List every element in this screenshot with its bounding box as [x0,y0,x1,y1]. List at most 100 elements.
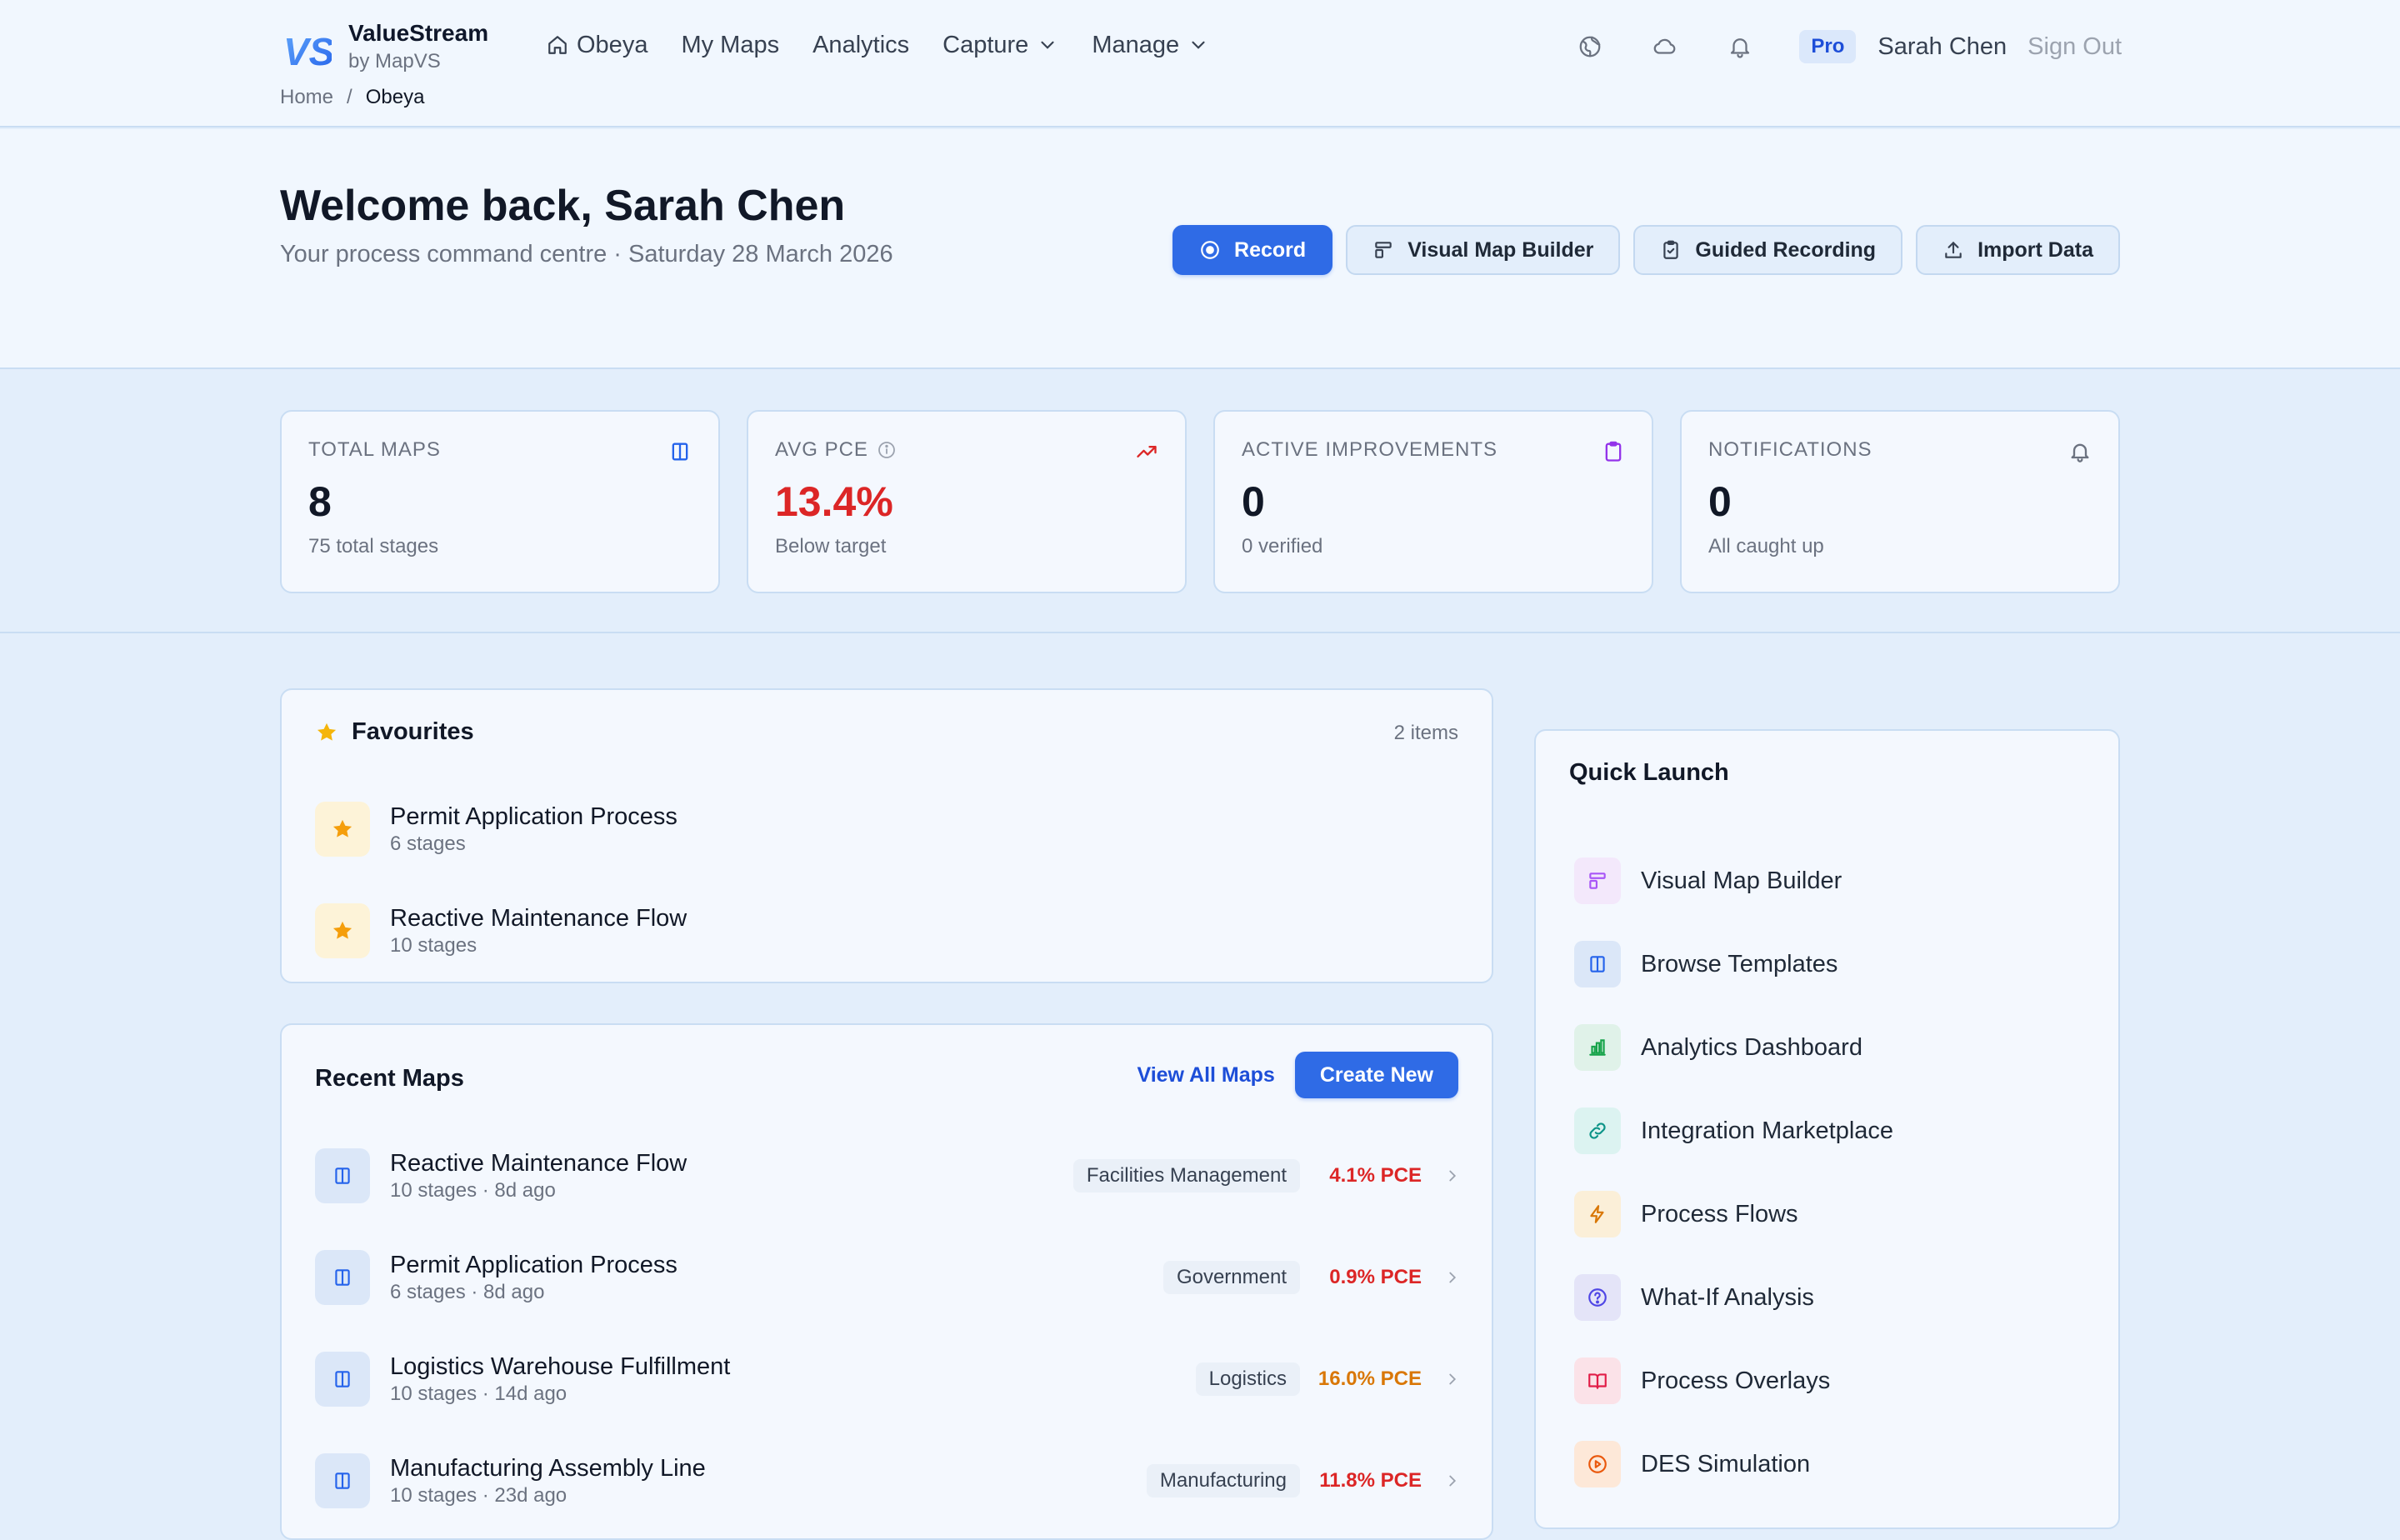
favourites-title: Favourites [352,718,474,745]
columns-icon [1574,941,1621,988]
nav-my-maps[interactable]: My Maps [681,25,779,65]
stat-value: 8 [308,478,332,525]
visual-map-builder-button[interactable]: Visual Map Builder [1346,225,1621,275]
view-all-maps-link[interactable]: View All Maps [1137,1063,1274,1088]
hero-actions: Record Visual Map Builder Guided Recordi… [1172,225,2120,275]
globe-icon[interactable] [1576,32,1604,61]
map-meta: 6 stages · 8d ago [390,1281,545,1303]
link-icon [1574,1108,1621,1154]
chevron-down-icon [1037,34,1058,56]
recent-map-row[interactable]: Manufacturing Assembly Line 10 stages · … [315,1443,1462,1518]
nav-capture-label: Capture [942,31,1029,58]
sign-out-link[interactable]: Sign Out [2028,33,2122,61]
brand[interactable]: VS ValueStream by MapVS [280,18,488,75]
favourites-header: Favourites [315,718,474,746]
recent-maps-title: Recent Maps [315,1065,464,1092]
quick-launch-label: What-If Analysis [1641,1283,1814,1311]
import-data-button[interactable]: Import Data [1916,225,2120,275]
stat-subtext: 0 verified [1242,535,1323,558]
quick-launch-process-overlays[interactable]: Process Overlays [1574,1358,1830,1404]
record-button-label: Record [1234,238,1307,262]
stat-subtext: Below target [775,535,887,558]
layout-icon [1574,858,1621,904]
stat-card-total-maps[interactable]: TOTAL MAPS 8 75 total stages [280,410,720,593]
stat-subtext: 75 total stages [308,535,439,558]
quick-launch-label: Process Overlays [1641,1367,1831,1394]
quick-launch-des-simulation[interactable]: DES Simulation [1574,1441,1810,1488]
quick-launch-process-flows[interactable]: Process Flows [1574,1191,1798,1238]
recent-maps-actions: View All Maps Create New [1137,1052,1458,1098]
nav-obeya-label: Obeya [577,31,648,58]
zap-icon [1574,1191,1621,1238]
map-meta: 10 stages · 8d ago [390,1179,556,1202]
breadcrumb-home[interactable]: Home [280,86,333,109]
top-navigation-bar: VS ValueStream by MapVS Obeya My Maps An… [0,0,2400,128]
map-title: Manufacturing Assembly Line [390,1455,706,1482]
favourite-title: Reactive Maintenance Flow [390,905,688,932]
quick-launch-label: Browse Templates [1641,950,1838,978]
quick-launch-visual-map-builder[interactable]: Visual Map Builder [1574,858,1842,904]
map-title: Logistics Warehouse Fulfillment [390,1353,731,1380]
book-open-icon [1574,1358,1621,1404]
map-icon [315,1148,370,1203]
page-title: Welcome back, Sarah Chen [280,182,846,230]
stat-label-row: AVG PCE [775,438,1158,462]
stat-subtext: All caught up [1708,535,1824,558]
nav-obeya[interactable]: Obeya [547,25,648,65]
nav-manage-label: Manage [1092,31,1180,58]
cloud-icon[interactable] [1651,32,1679,61]
chevron-right-icon [1443,1472,1462,1490]
record-button[interactable]: Record [1172,225,1333,275]
quick-launch-label: Process Flows [1641,1200,1798,1228]
main-nav: Obeya My Maps Analytics Capture Manage [547,25,1209,65]
quick-launch-label: Integration Marketplace [1641,1117,1894,1144]
favourite-subtitle: 10 stages [390,934,478,957]
import-data-label: Import Data [1978,238,2093,262]
record-icon [1199,239,1221,261]
stat-card-notifications[interactable]: NOTIFICATIONS 0 All caught up [1680,410,2120,593]
star-icon [315,903,370,958]
favourite-item[interactable]: Reactive Maintenance Flow 10 stages [315,903,687,958]
map-icon [315,1352,370,1407]
stat-card-avg-pce[interactable]: AVG PCE 13.4% Below target [747,410,1187,593]
recent-map-row[interactable]: Logistics Warehouse Fulfillment 10 stage… [315,1342,1462,1417]
nav-analytics[interactable]: Analytics [812,25,909,65]
guided-recording-button[interactable]: Guided Recording [1633,225,1903,275]
nav-capture-dropdown[interactable]: Capture [942,25,1058,65]
industry-tag: Government [1162,1261,1300,1294]
quick-launch-analytics-dashboard[interactable]: Analytics Dashboard [1574,1024,1862,1071]
recent-maps-panel: Recent Maps View All Maps Create New Rea… [280,1023,1493,1540]
recent-map-row[interactable]: Permit Application Process 6 stages · 8d… [315,1240,1462,1315]
info-icon[interactable] [877,440,897,460]
chevron-down-icon [1188,34,1209,56]
map-icon [315,1250,370,1305]
quick-launch-browse-templates[interactable]: Browse Templates [1574,941,1838,988]
quick-launch-what-if-analysis[interactable]: What-If Analysis [1574,1274,1814,1321]
breadcrumb: Home / Obeya [280,86,424,109]
quick-launch-label: Visual Map Builder [1641,867,1842,894]
pce-value: 16.0% PCE [1318,1368,1422,1390]
quick-launch-panel: Quick Launch Visual Map Builder Browse T… [1534,729,2120,1529]
recent-map-row[interactable]: Reactive Maintenance Flow 10 stages · 8d… [315,1138,1462,1213]
user-name[interactable]: Sarah Chen [1878,33,2007,61]
home-icon [547,34,568,56]
stat-card-active-improvements[interactable]: ACTIVE IMPROVEMENTS 0 0 verified [1213,410,1653,593]
nav-analytics-label: Analytics [812,31,910,58]
brand-name: ValueStream [348,20,489,46]
map-title: Reactive Maintenance Flow [390,1150,688,1177]
star-icon [315,721,338,744]
pce-value: 4.1% PCE [1329,1164,1422,1187]
create-new-button[interactable]: Create New [1294,1052,1458,1098]
breadcrumb-separator: / [347,86,352,108]
quick-launch-integration-marketplace[interactable]: Integration Marketplace [1574,1108,1893,1154]
bar-chart-icon [1574,1024,1621,1071]
bell-icon[interactable] [1726,32,1754,61]
bell-icon [2068,440,2092,463]
stat-value: 13.4% [775,478,893,525]
guided-recording-label: Guided Recording [1695,238,1877,262]
nav-manage-dropdown[interactable]: Manage [1092,25,1209,65]
favourite-item[interactable]: Permit Application Process 6 stages [315,802,678,857]
map-icon [315,1453,370,1508]
help-circle-icon [1574,1274,1621,1321]
header-actions: Pro Sarah Chen Sign Out [1529,25,2122,68]
